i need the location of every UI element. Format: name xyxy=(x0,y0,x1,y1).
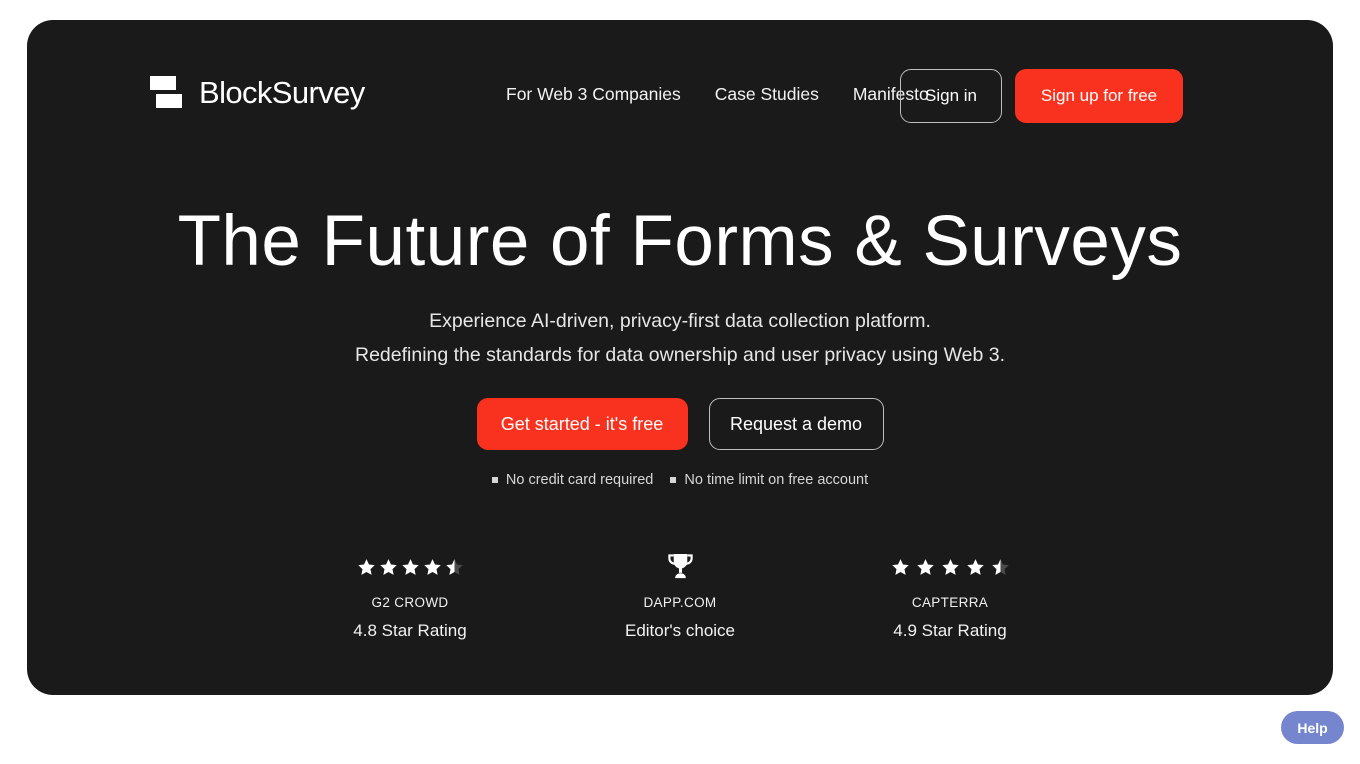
rating-value-label: 4.9 Star Rating xyxy=(893,621,1007,640)
perks-list: No credit card required No time limit on… xyxy=(27,472,1333,488)
cta-row: Get started - it's free Request a demo xyxy=(27,398,1333,450)
square-bullet-icon xyxy=(491,477,498,483)
nav-item-for-web-3-companies[interactable]: For Web 3 Companies xyxy=(506,84,681,105)
perk-no-time-limit: No time limit on free account xyxy=(670,472,868,488)
rating-card-capterra: CAPTERRA 4.9 Star Rating xyxy=(851,548,1049,641)
perk-no-credit-card: No credit card required xyxy=(491,472,654,488)
header-actions: Sign in Sign up for free xyxy=(900,69,1183,123)
sign-in-button[interactable]: Sign in xyxy=(900,69,1002,123)
primary-nav: For Web 3 Companies Case Studies Manifes… xyxy=(506,84,929,105)
square-bullet-icon xyxy=(670,477,677,483)
perk-label: No time limit on free account xyxy=(684,472,869,488)
hero-subheading-line-2: Redefining the standards for data owners… xyxy=(354,343,1006,366)
ratings-row: G2 CROWD 4.8 Star Rating DAPP.COM Editor… xyxy=(27,548,1333,641)
hero-card: BlockSurvey For Web 3 Companies Case Stu… xyxy=(27,20,1333,695)
rating-source-label: G2 CROWD xyxy=(371,595,449,610)
sign-up-button[interactable]: Sign up for free xyxy=(1015,69,1183,123)
rating-value-label: Editor's choice xyxy=(624,621,736,640)
page-title: The Future of Forms & Surveys xyxy=(177,202,1183,281)
help-button[interactable]: Help xyxy=(1281,711,1344,744)
request-demo-button[interactable]: Request a demo xyxy=(708,398,884,450)
perk-label: No credit card required xyxy=(505,472,654,488)
brand-logo[interactable]: BlockSurvey xyxy=(150,72,365,114)
hero-subheading: Experience AI-driven, privacy-first data… xyxy=(27,305,1333,372)
nav-item-case-studies[interactable]: Case Studies xyxy=(715,84,819,105)
site-header: BlockSurvey For Web 3 Companies Case Stu… xyxy=(27,20,1333,132)
blocksurvey-logo-icon xyxy=(150,72,188,114)
rating-card-g2-crowd: G2 CROWD 4.8 Star Rating xyxy=(311,548,509,641)
brand-name: BlockSurvey xyxy=(199,75,365,110)
hero-subheading-line-1: Experience AI-driven, privacy-first data… xyxy=(429,310,931,332)
get-started-button[interactable]: Get started - it's free xyxy=(476,398,688,450)
rating-card-dapp-com: DAPP.COM Editor's choice xyxy=(581,548,779,641)
trophy-icon xyxy=(666,548,695,586)
rating-source-label: CAPTERRA xyxy=(911,595,989,610)
star-rating-icon xyxy=(357,548,464,586)
rating-source-label: DAPP.COM xyxy=(643,595,717,610)
page-root: BlockSurvey For Web 3 Companies Case Stu… xyxy=(0,0,1360,764)
rating-value-label: 4.8 Star Rating xyxy=(353,621,467,640)
star-rating-icon xyxy=(891,548,1010,586)
